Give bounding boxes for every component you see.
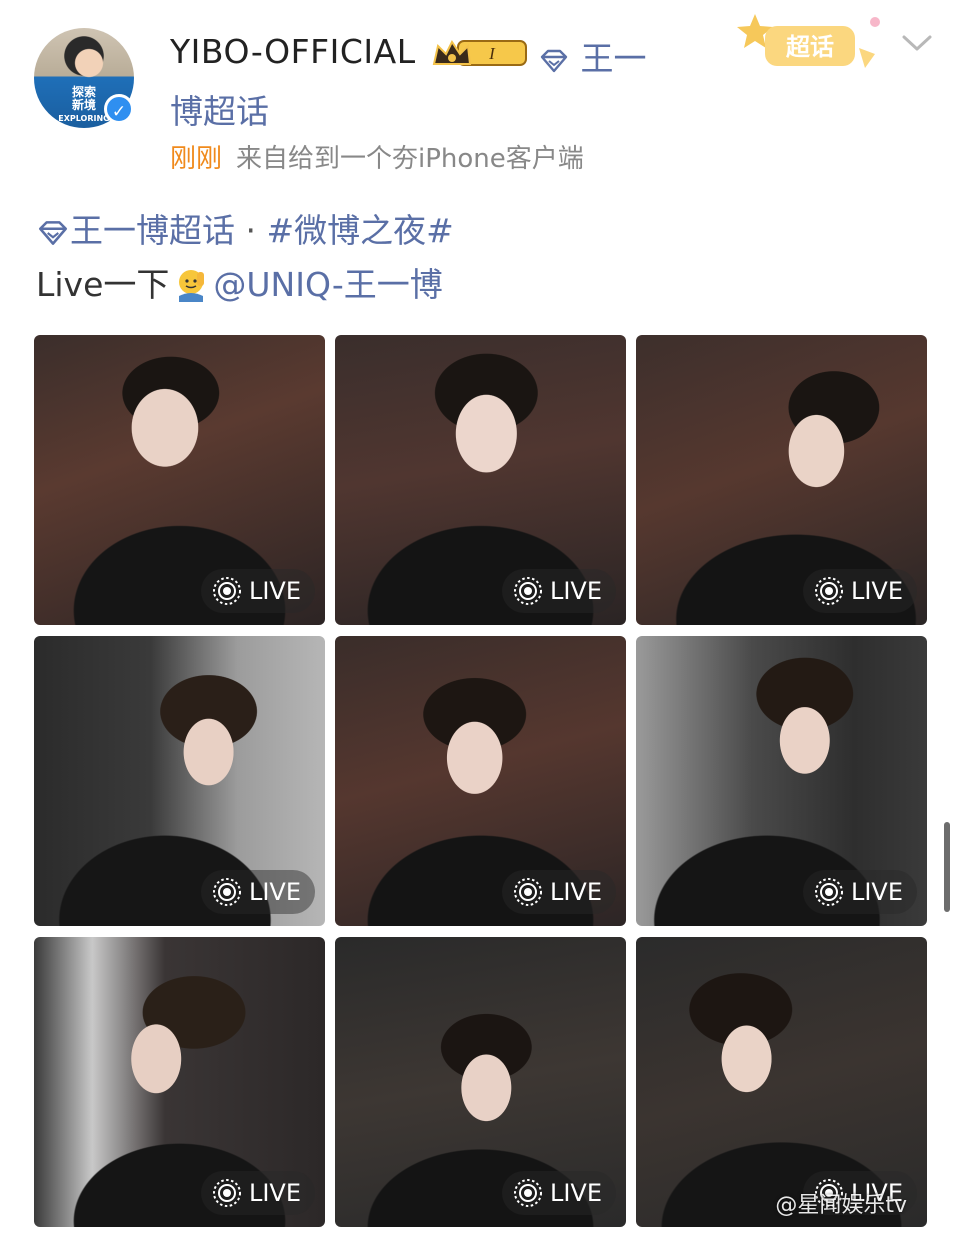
live-badge[interactable]: LIVE (501, 1171, 616, 1215)
supertopic-name-part1: 王一 (580, 39, 647, 78)
post-text-line: Live一下 @UNIQ-王一博 (36, 258, 443, 306)
crown-level-badge: I (432, 40, 527, 66)
live-label: LIVE (850, 577, 903, 605)
verified-icon: ✓ (104, 94, 134, 124)
live-icon (814, 878, 843, 906)
photo-tile-6[interactable]: LIVE (636, 636, 927, 926)
scrollbar[interactable] (944, 822, 950, 912)
photo-tile-7[interactable]: LIVE (34, 937, 325, 1227)
post-source: 来自给到一个夯iPhone客户端 (236, 144, 584, 174)
live-label: LIVE (850, 878, 903, 906)
supertopic-link[interactable]: 王一 (538, 32, 668, 80)
live-icon (513, 878, 542, 906)
photo-tile-5[interactable]: LIVE (335, 636, 626, 926)
topic-separator: · (245, 211, 257, 250)
post-time: 刚刚 (170, 144, 223, 174)
username[interactable]: YIBO-OFFICIAL (170, 32, 416, 71)
photo-tile-9[interactable]: LIVE @星闻娱乐tv (636, 937, 927, 1227)
live-label: LIVE (549, 577, 602, 605)
photo-grid: LIVE LIVE LIVE LIVE LIVE LIVE LIVE LIVE … (34, 335, 927, 1227)
live-label: LIVE (248, 878, 301, 906)
supertopic-badge-label: 超话 (786, 33, 834, 61)
post-meta: 刚刚 来自给到一个夯iPhone客户端 (170, 138, 584, 175)
topic-link[interactable]: 王一博超话 (70, 211, 235, 250)
photo-tile-3[interactable]: LIVE (636, 335, 927, 625)
chevron-down-icon[interactable] (900, 32, 934, 54)
live-icon (513, 577, 542, 605)
live-label: LIVE (549, 878, 602, 906)
photo-tile-2[interactable]: LIVE (335, 335, 626, 625)
live-icon (212, 878, 241, 906)
live-badge[interactable]: LIVE (200, 569, 315, 613)
post-text: Live一下 (36, 265, 170, 304)
live-icon (212, 1179, 241, 1207)
mention-link[interactable]: @UNIQ-王一博 (213, 265, 442, 304)
hashtag-link[interactable]: #微博之夜# (267, 211, 454, 250)
live-badge[interactable]: LIVE (501, 569, 616, 613)
photo-tile-8[interactable]: LIVE (335, 937, 626, 1227)
live-label: LIVE (248, 577, 301, 605)
live-badge[interactable]: LIVE (802, 870, 917, 914)
live-badge[interactable]: LIVE (200, 1171, 315, 1215)
live-badge[interactable]: LIVE (200, 870, 315, 914)
supertopic-name-part2[interactable]: 博超话 (170, 85, 269, 133)
photo-tile-4[interactable]: LIVE (34, 636, 325, 926)
live-icon (814, 577, 843, 605)
live-icon (513, 1179, 542, 1207)
live-label: LIVE (248, 1179, 301, 1207)
salute-emoji-icon (179, 270, 205, 302)
watermark: @星闻娱乐tv (775, 1193, 907, 1218)
live-badge[interactable]: LIVE (802, 569, 917, 613)
post-topic-line: 王一博超话 · #微博之夜# (36, 204, 454, 252)
live-badge[interactable]: LIVE (501, 870, 616, 914)
diamond-icon (38, 220, 68, 245)
live-label: LIVE (549, 1179, 602, 1207)
diamond-icon (540, 49, 568, 72)
photo-tile-1[interactable]: LIVE (34, 335, 325, 625)
live-icon (212, 577, 241, 605)
supertopic-badge[interactable]: 超话 (735, 10, 885, 76)
